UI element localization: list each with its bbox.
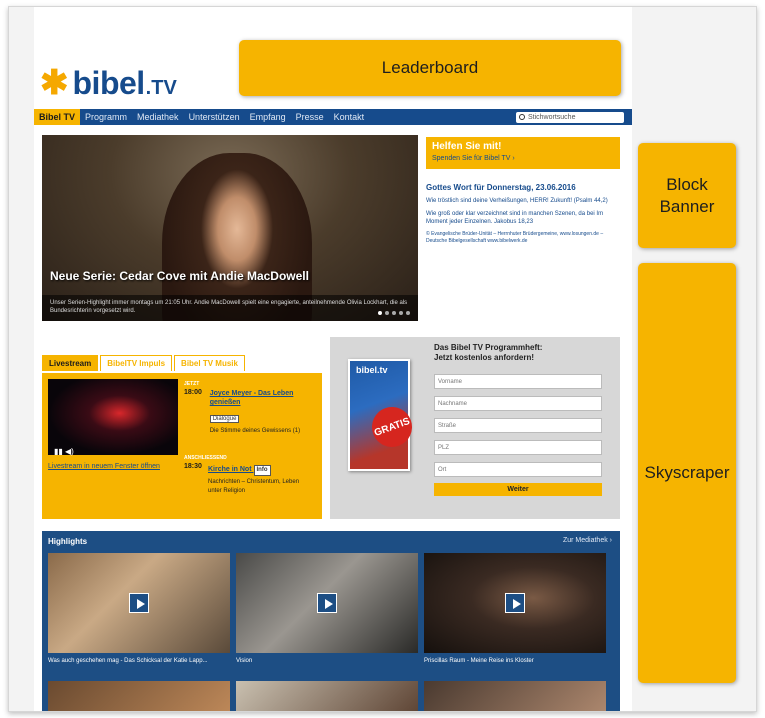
stream-tabs: Livestream BibelTV Impuls Bibel TV Musik xyxy=(42,355,245,371)
highlight-thumbnail-6[interactable] xyxy=(424,681,606,711)
slider-dot[interactable] xyxy=(406,311,410,315)
mediathek-link[interactable]: Zur Mediathek › xyxy=(563,537,612,544)
play-icon[interactable] xyxy=(129,593,149,613)
nav-item-bibel-tv[interactable]: Bibel TV xyxy=(34,109,81,125)
highlight-caption-3[interactable]: Priscillas Raum - Meine Reise ins Kloste… xyxy=(424,657,602,666)
block-banner-line1: Block xyxy=(666,174,708,194)
nav-item-empfang[interactable]: Empfang xyxy=(245,109,291,125)
search-icon xyxy=(519,114,525,120)
tab-livestream[interactable]: Livestream xyxy=(42,355,99,371)
play-icon[interactable] xyxy=(317,593,337,613)
daily-word-text-2: Wie groß oder klar verzeichnet sind in m… xyxy=(426,211,604,225)
daily-word-text: Wie tröstlich sind deine Verheißungen, H… xyxy=(426,198,608,204)
livestream-panel: ▮▮ ◀) Livestream in neuem Fenster öffnen… xyxy=(42,373,322,519)
program-title-text: Kirche in Not xyxy=(207,466,252,473)
highlight-caption-1[interactable]: Was auch geschehen mag - Das Schicksal d… xyxy=(48,657,226,666)
highlight-thumbnail-3[interactable] xyxy=(424,553,606,653)
first-name-field[interactable]: Vorname xyxy=(434,374,602,389)
slider-dots xyxy=(378,311,410,315)
logo-suffix: .TV xyxy=(145,77,177,99)
program-title[interactable]: Kirche in Not Info xyxy=(208,463,314,476)
block-banner-ad[interactable]: Block Banner xyxy=(638,143,736,248)
program-title[interactable]: Joyce Meyer - Das Leben genießen xyxy=(210,389,314,407)
highlight-thumbnail-4[interactable] xyxy=(48,681,230,711)
daily-word: Gottes Wort für Donnerstag, 23.06.2016 W… xyxy=(426,183,620,245)
hero-title[interactable]: Neue Serie: Cedar Cove mit Andie MacDowe… xyxy=(50,269,309,283)
program-time: 18:00 xyxy=(184,389,202,396)
form-title: Das Bibel TV Programmheft: Jetzt kostenl… xyxy=(434,343,542,363)
bibeltv-logo[interactable]: ✱ bibel .TV xyxy=(40,65,177,102)
nav-item-programm[interactable]: Programm xyxy=(80,109,132,125)
slider-dot[interactable] xyxy=(385,311,389,315)
highlight-thumbnail-1[interactable] xyxy=(48,553,230,653)
star-icon: ✱ xyxy=(40,64,69,102)
program-time: 18:30 xyxy=(184,463,202,470)
program-badge: Dialogue xyxy=(209,415,240,423)
leaderboard-label: Leaderboard xyxy=(381,58,479,77)
nav-item-presse[interactable]: Presse xyxy=(291,109,329,125)
skyscraper-ad[interactable]: Skyscraper xyxy=(638,263,736,683)
form-title-line2: Jetzt kostenlos anfordern! xyxy=(434,353,535,362)
play-icon[interactable] xyxy=(505,593,525,613)
tab-bibeltv-musik[interactable]: Bibel TV Musik xyxy=(174,355,245,371)
hero-description: Unser Serien-Highlight immer montags um … xyxy=(42,295,418,321)
program-subtitle: Nachrichten – Christentum, Leben unter R… xyxy=(207,479,300,494)
daily-word-title: Gottes Wort für Donnerstag, 23.06.2016 xyxy=(426,183,576,192)
leaderboard-ad[interactable]: Leaderboard xyxy=(239,40,621,96)
nav-item-kontakt[interactable]: Kontakt xyxy=(329,109,370,125)
program-now: JETZT 18:00 Joyce Meyer - Das Leben geni… xyxy=(184,381,314,436)
livestream-popup-link[interactable]: Livestream in neuem Fenster öffnen xyxy=(48,463,160,470)
hero-slider[interactable]: Neue Serie: Cedar Cove mit Andie MacDowe… xyxy=(42,135,418,321)
street-field[interactable]: Straße xyxy=(434,418,602,433)
highlight-thumbnail-2[interactable] xyxy=(236,553,418,653)
search-placeholder: Stichwortsuche xyxy=(528,113,576,121)
browser-frame: ✱ bibel .TV Bibel TV Programm Mediathek … xyxy=(8,6,757,712)
program-badge: Info xyxy=(253,465,271,476)
slider-dot[interactable] xyxy=(399,311,403,315)
skyscraper-label: Skyscraper xyxy=(644,463,730,482)
program-row: 18:00 Joyce Meyer - Das Leben genießen D… xyxy=(184,389,314,436)
form-title-line1: Das Bibel TV Programmheft: xyxy=(434,343,543,352)
submit-button[interactable]: Weiter xyxy=(434,483,602,496)
tab-bibeltv-impuls[interactable]: BibelTV Impuls xyxy=(100,355,173,371)
booklet-logo: bibel.tv xyxy=(356,365,388,375)
donate-box[interactable]: Helfen Sie mit! Spenden Sie für Bibel TV… xyxy=(426,137,620,169)
donate-link[interactable]: Spenden Sie für Bibel TV › xyxy=(432,155,614,162)
program-next-head: ANSCHLIESSEND xyxy=(184,455,227,461)
highlights-section: Highlights Zur Mediathek › Was auch gesc… xyxy=(42,531,620,711)
slider-dot[interactable] xyxy=(378,311,382,315)
program-next: ANSCHLIESSEND 18:30 Kirche in Not Info N… xyxy=(184,455,314,496)
logo-text: bibel xyxy=(72,65,146,101)
zip-field[interactable]: PLZ xyxy=(434,440,602,455)
page: ✱ bibel .TV Bibel TV Programm Mediathek … xyxy=(34,7,632,711)
livestream-video[interactable] xyxy=(48,379,178,455)
daily-word-source: © Evangelische Brüder-Unität – Herrnhute… xyxy=(426,231,604,244)
program-now-head: JETZT xyxy=(184,381,200,387)
program-subtitle: Die Stimme deines Gewissens (1) xyxy=(209,428,301,434)
video-controls[interactable]: ▮▮ ◀) xyxy=(54,447,74,456)
highlight-thumbnail-5[interactable] xyxy=(236,681,418,711)
donate-title: Helfen Sie mit! xyxy=(432,141,502,152)
block-banner-label: Block Banner xyxy=(660,174,715,218)
highlight-caption-2[interactable]: Vision xyxy=(236,657,414,666)
program-row: 18:30 Kirche in Not Info Nachrichten – C… xyxy=(184,463,314,496)
highlights-title: Highlights xyxy=(48,537,88,546)
search-input[interactable]: Stichwortsuche xyxy=(516,111,624,123)
block-banner-line2: Banner xyxy=(659,196,715,216)
slider-dot[interactable] xyxy=(392,311,396,315)
city-field[interactable]: Ort xyxy=(434,462,602,477)
main-nav: Bibel TV Programm Mediathek Unterstützen… xyxy=(34,109,632,125)
nav-item-mediathek[interactable]: Mediathek xyxy=(132,109,184,125)
nav-item-unterstuetzen[interactable]: Unterstützen xyxy=(184,109,245,125)
last-name-field[interactable]: Nachname xyxy=(434,396,602,411)
booklet-order-form: bibel.tv GRATIS Das Bibel TV Programmhef… xyxy=(330,337,620,519)
